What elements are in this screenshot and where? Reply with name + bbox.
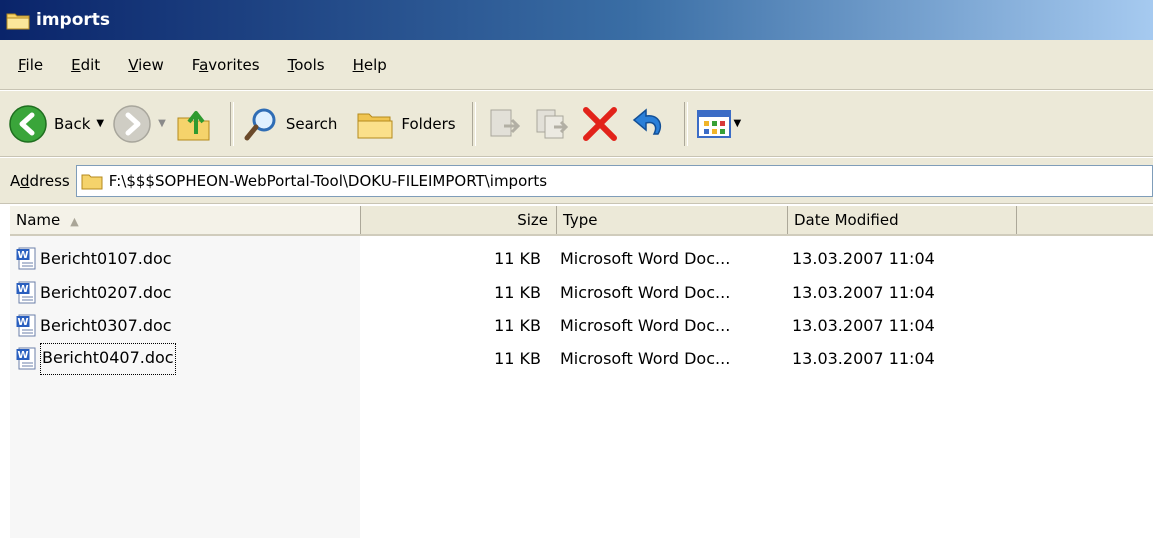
move-to-icon [490, 109, 520, 136]
menu-edit-label: dit [80, 55, 101, 74]
file-name[interactable]: Bericht0307.doc [40, 310, 172, 342]
file-type: Microsoft Word Doc... [560, 349, 731, 368]
undo-button[interactable] [628, 101, 668, 147]
back-arrow-icon [9, 104, 47, 143]
menu-file[interactable]: File [4, 52, 57, 78]
address-label-rest: dress [29, 171, 70, 190]
menu-tools[interactable]: Tools [274, 52, 339, 78]
word-doc-icon: W [16, 281, 36, 304]
column-header-size[interactable]: Size [361, 206, 557, 234]
column-header-date-modified[interactable]: Date Modified [788, 206, 1017, 234]
menu-file-accel: F [18, 55, 26, 74]
menu-view-label: iew [138, 55, 164, 74]
up-folder-button[interactable] [174, 101, 214, 147]
back-button[interactable]: Back ▼ [8, 101, 104, 147]
views-icon [696, 109, 731, 138]
menu-view-accel: V [128, 55, 139, 74]
delete-x-icon [582, 106, 617, 141]
column-header-row: Name ▲ Size Type Date Modified [10, 206, 1153, 236]
menu-favorites[interactable]: Favorites [178, 52, 274, 78]
svg-text:W: W [17, 317, 28, 328]
search-icon [244, 108, 276, 140]
undo-icon [632, 107, 661, 135]
file-date-modified: 13.03.2007 11:04 [792, 349, 935, 368]
menu-favorites-pre: F [191, 55, 200, 74]
table-row[interactable]: W Bericht0407.doc 11 KB Microsoft Word D… [10, 343, 1153, 375]
file-size: 11 KB [494, 283, 541, 302]
address-label-accel: d [20, 171, 30, 190]
menu-help-accel: H [352, 55, 364, 74]
delete-button[interactable] [580, 101, 620, 147]
move-to-button[interactable] [484, 101, 524, 147]
views-button[interactable]: ▼ [696, 101, 742, 147]
column-name-label: Name [16, 211, 61, 229]
folders-button[interactable]: Folders [355, 101, 456, 147]
forward-dropdown-icon[interactable]: ▼ [158, 118, 166, 129]
file-size: 11 KB [494, 249, 541, 268]
address-input[interactable]: F:\$$$SOPHEON-WebPortal-Tool\DOKU-FILEIM… [75, 164, 1153, 197]
address-path: F:\$$$SOPHEON-WebPortal-Tool\DOKU-FILEIM… [108, 171, 548, 190]
column-header-type[interactable]: Type [557, 206, 788, 234]
address-label-pre: A [10, 171, 20, 190]
folder-up-icon [177, 110, 210, 140]
title-bar[interactable]: imports [0, 0, 1153, 40]
column-header-name[interactable]: Name ▲ [10, 206, 361, 234]
window-title: imports [36, 10, 111, 30]
word-doc-icon: W [16, 347, 36, 370]
search-label: Search [285, 114, 338, 133]
file-name[interactable]: Bericht0207.doc [40, 277, 172, 309]
folder-icon [81, 174, 103, 189]
menu-help[interactable]: Help [339, 52, 401, 78]
toolbar-separator [683, 101, 688, 146]
svg-text:W: W [17, 350, 28, 361]
copy-to-button[interactable] [532, 101, 572, 147]
forward-button[interactable]: ▼ [112, 101, 166, 147]
file-date-modified: 13.03.2007 11:04 [792, 283, 935, 302]
back-dropdown-icon[interactable]: ▼ [96, 118, 104, 129]
file-date-modified: 13.03.2007 11:04 [792, 316, 935, 335]
menu-favorites-label: vorites [208, 55, 260, 74]
menu-bar: File Edit View Favorites Tools Help [0, 40, 1153, 90]
folders-icon [357, 113, 393, 138]
menu-file-label: ile [25, 55, 44, 74]
menu-edit-accel: E [71, 55, 81, 74]
svg-text:W: W [17, 284, 28, 295]
column-header-empty [1017, 206, 1153, 234]
search-button[interactable]: Search [242, 101, 338, 147]
views-dropdown-icon[interactable]: ▼ [734, 118, 742, 129]
back-label: Back [54, 114, 91, 133]
file-type: Microsoft Word Doc... [560, 316, 731, 335]
copy-to-icon [536, 109, 568, 138]
svg-text:W: W [17, 250, 28, 261]
menu-help-label: elp [363, 55, 387, 74]
table-row[interactable]: W Bericht0207.doc 11 KB Microsoft Word D… [10, 277, 1153, 309]
word-doc-icon: W [16, 247, 36, 270]
file-type: Microsoft Word Doc... [560, 283, 731, 302]
file-date-modified: 13.03.2007 11:04 [792, 249, 935, 268]
folder-icon [6, 13, 30, 30]
toolbar: Back ▼ ▼ Search Folders ▼ [0, 91, 1153, 157]
file-type: Microsoft Word Doc... [560, 249, 731, 268]
file-size: 11 KB [494, 316, 541, 335]
file-list[interactable]: Name ▲ Size Type Date Modified W Bericht0… [0, 206, 1153, 538]
folders-label: Folders [401, 114, 456, 133]
table-row[interactable]: W Bericht0107.doc 11 KB Microsoft Word D… [10, 243, 1153, 275]
file-name[interactable]: Bericht0107.doc [40, 243, 172, 275]
sort-ascending-icon: ▲ [70, 215, 79, 228]
file-size: 11 KB [494, 349, 541, 368]
menu-view[interactable]: View [114, 52, 178, 78]
menu-favorites-accel: a [199, 55, 209, 74]
address-label: Address [10, 172, 70, 190]
address-bar: Address F:\$$$SOPHEON-WebPortal-Tool\DOK… [0, 158, 1153, 204]
toolbar-separator [471, 101, 476, 146]
menu-edit[interactable]: Edit [57, 52, 114, 78]
table-row[interactable]: W Bericht0307.doc 11 KB Microsoft Word D… [10, 310, 1153, 342]
toolbar-separator [229, 101, 234, 146]
menu-tools-label: ools [294, 55, 325, 74]
word-doc-icon: W [16, 314, 36, 337]
file-name[interactable]: Bericht0407.doc [40, 343, 176, 375]
forward-arrow-icon [113, 104, 151, 143]
